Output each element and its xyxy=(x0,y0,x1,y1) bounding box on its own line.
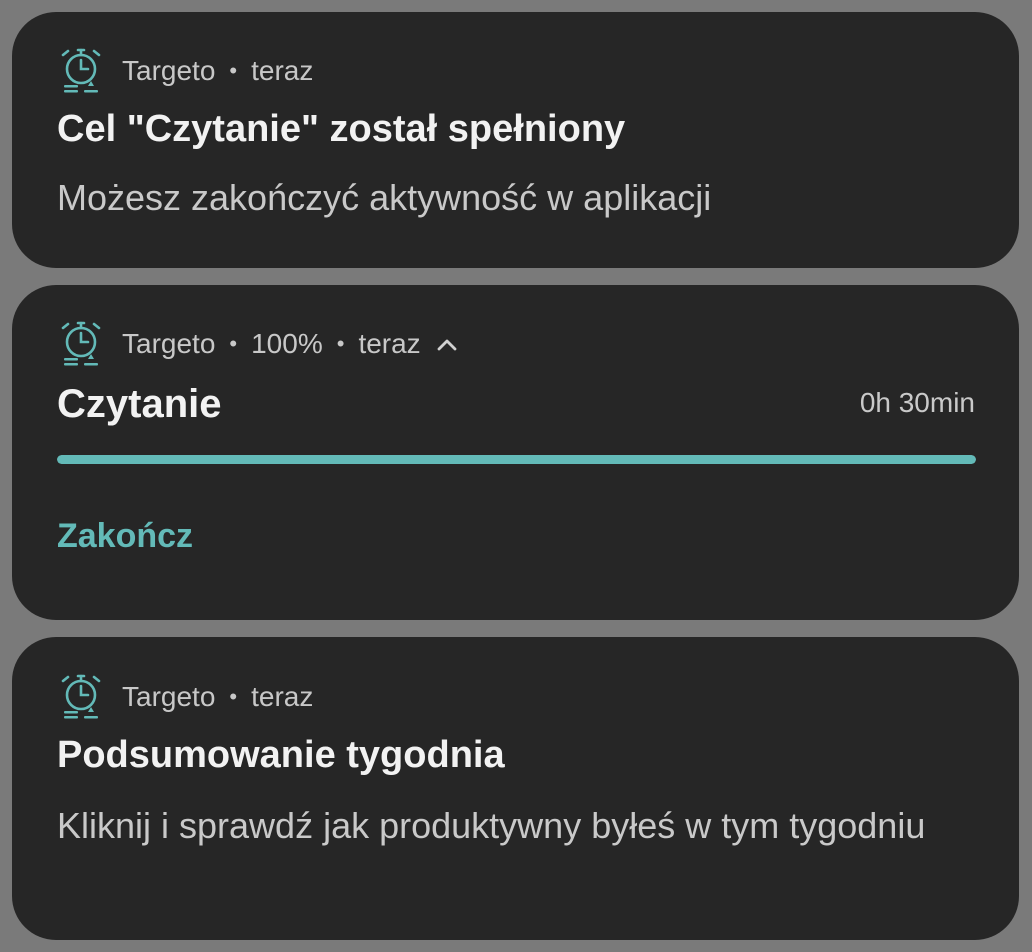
activity-duration: 0h 30min xyxy=(859,387,975,418)
alarm-clock-icon xyxy=(58,673,102,721)
notification-title: Podsumowanie tygodnia xyxy=(57,734,505,776)
app-name: Targeto xyxy=(122,681,216,712)
chevron-up-icon[interactable] xyxy=(435,332,459,356)
finish-button[interactable]: Zakończ xyxy=(57,517,193,556)
separator-dot: • xyxy=(229,58,238,83)
app-name: Targeto xyxy=(122,55,216,86)
separator-dot: • xyxy=(336,331,345,356)
notification-title: Cel "Czytanie" został spełniony xyxy=(57,108,626,150)
progress-bar-fill xyxy=(57,455,976,464)
notification-goal-completed[interactable]: Targeto • teraz Cel "Czytanie" został sp… xyxy=(12,12,1019,268)
notification-body: Kliknij i sprawdź jak produktywny byłeś … xyxy=(57,805,926,846)
notification-time: teraz xyxy=(358,328,421,359)
progress-percent: 100% xyxy=(251,328,323,359)
progress-bar xyxy=(57,455,976,464)
notification-header: Targeto • teraz xyxy=(58,47,313,95)
alarm-clock-icon xyxy=(58,47,102,95)
alarm-clock-icon xyxy=(58,320,102,368)
notification-time: teraz xyxy=(251,681,314,712)
separator-dot: • xyxy=(229,684,238,709)
notification-weekly-summary[interactable]: Targeto • teraz Podsumowanie tygodnia Kl… xyxy=(12,637,1019,940)
notification-activity-progress[interactable]: Targeto • 100% • teraz Czytanie 0h 30min… xyxy=(12,285,1019,620)
notification-body: Możesz zakończyć aktywność w aplikacji xyxy=(57,177,712,218)
separator-dot: • xyxy=(229,331,238,356)
notification-header: Targeto • teraz xyxy=(58,673,313,721)
app-name: Targeto xyxy=(122,328,216,359)
activity-title: Czytanie xyxy=(57,382,222,426)
notification-time: teraz xyxy=(251,55,314,86)
notification-header: Targeto • 100% • teraz xyxy=(58,320,459,368)
